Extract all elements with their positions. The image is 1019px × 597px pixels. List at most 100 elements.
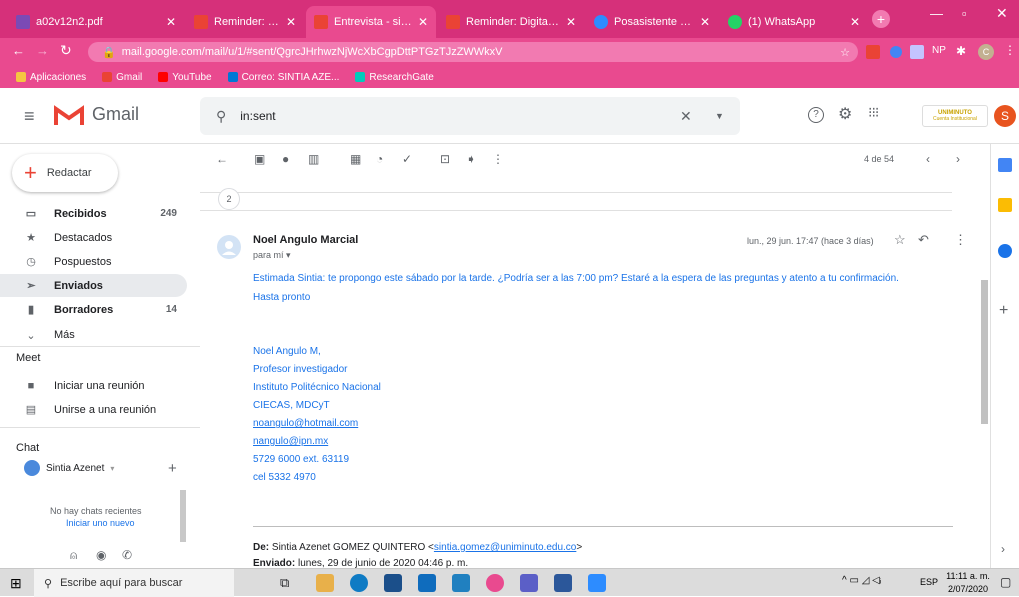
hangouts-icon[interactable]: ◉ — [96, 548, 106, 562]
sidebar-item-inbox[interactable]: ▭ Recibidos 249 — [0, 202, 187, 225]
move-to-icon[interactable]: ⊡ — [440, 152, 450, 166]
taskbar-search[interactable]: ⚲ Escribe aquí para buscar — [34, 569, 234, 597]
browser-tab[interactable]: Reminder: Digitaliza tu ✕ — [186, 6, 304, 38]
label-icon[interactable]: ➧ — [466, 152, 476, 166]
report-spam-icon[interactable]: ● — [282, 152, 289, 166]
puzzle-icon[interactable]: ✱ — [956, 44, 966, 58]
task-view-icon[interactable]: ⧉ — [280, 575, 289, 591]
search-input[interactable]: in:sent — [240, 109, 275, 123]
close-tab-icon[interactable]: ✕ — [566, 15, 576, 29]
sidebar-item-drafts[interactable]: ▮ Borradores 14 — [0, 298, 187, 321]
extension-pdf-icon[interactable] — [866, 45, 880, 59]
bookmark-outlook[interactable]: Correo: SINTIA AZE... — [227, 72, 339, 83]
archive-icon[interactable]: ▣ — [254, 152, 265, 166]
profile-avatar[interactable]: C — [978, 44, 994, 60]
email-link[interactable]: sintia.gomez@uniminuto.edu.co — [434, 542, 576, 553]
email-link[interactable]: nangulo@ipn.mx — [253, 436, 328, 447]
browser-tab[interactable]: (1) WhatsApp ✕ — [720, 6, 868, 38]
back-icon[interactable]: ← — [12, 43, 25, 58]
mail-icon[interactable] — [418, 574, 436, 592]
clock-date[interactable]: 2/07/2020 — [946, 584, 990, 594]
keep-icon[interactable] — [998, 198, 1012, 212]
mark-unread-icon[interactable]: ▦ — [350, 152, 361, 166]
star-icon[interactable]: ☆ — [894, 232, 906, 248]
bookmark-youtube[interactable]: YouTube — [158, 72, 212, 83]
bookmark-apps[interactable]: Aplicaciones — [16, 72, 86, 83]
bookmark-researchgate[interactable]: ResearchGate — [355, 72, 434, 83]
sidebar-scrollbar[interactable] — [180, 490, 186, 542]
extension-icon[interactable] — [910, 45, 924, 59]
extension-icon[interactable] — [890, 46, 902, 58]
file-explorer-icon[interactable] — [316, 574, 334, 592]
zoom-icon[interactable] — [588, 574, 606, 592]
newer-icon[interactable]: ‹ — [926, 152, 930, 166]
start-new-chat-link[interactable]: Iniciar uno nuevo — [66, 518, 135, 528]
more-options-icon[interactable]: ⋮ — [492, 152, 504, 166]
close-tab-icon[interactable]: ✕ — [850, 15, 860, 29]
snooze-icon[interactable]: ◔ — [376, 152, 383, 166]
language-indicator[interactable]: ESP — [920, 577, 938, 587]
word-icon[interactable] — [554, 574, 572, 592]
help-icon[interactable]: ? — [808, 107, 824, 123]
meet-join-meeting[interactable]: ▤ Unirse a una reunión — [0, 398, 187, 421]
sidebar-item-snoozed[interactable]: ◷ Pospuestos — [0, 250, 187, 273]
gmail-logo-text[interactable]: Gmail — [92, 104, 139, 125]
reply-icon[interactable]: ↶ — [918, 232, 929, 248]
older-icon[interactable]: › — [956, 152, 960, 166]
phone-icon[interactable]: ✆ — [122, 548, 132, 562]
people-icon[interactable]: ⍝ — [70, 548, 77, 563]
app-icon[interactable] — [452, 574, 470, 592]
clock-time[interactable]: 11:11 a. m. — [946, 571, 990, 581]
account-avatar[interactable]: S — [994, 105, 1016, 127]
settings-gear-icon[interactable]: ⚙ — [838, 104, 852, 124]
system-tray-icons[interactable]: ^ ▭ ◿ ◁ᵢ — [842, 575, 881, 586]
bookmark-star-icon[interactable]: ☆ — [840, 46, 850, 59]
message-scrollbar[interactable] — [981, 280, 988, 424]
url-bar[interactable]: 🔒 mail.google.com/mail/u/1/#sent/QgrcJHr… — [88, 42, 858, 62]
store-icon[interactable] — [384, 574, 402, 592]
forward-icon[interactable]: → — [36, 43, 49, 58]
sidebar-item-more[interactable]: ⌄ Más — [0, 326, 187, 344]
collapsed-count-badge[interactable]: 2 — [218, 188, 240, 210]
show-side-panel-icon[interactable]: › — [1001, 542, 1005, 556]
close-window-button[interactable]: ✕ — [996, 5, 1008, 22]
close-tab-icon[interactable]: ✕ — [418, 15, 428, 29]
notifications-icon[interactable]: ▢ — [1000, 575, 1011, 589]
add-on-plus-icon[interactable]: + — [999, 302, 1008, 320]
hamburger-menu-icon[interactable]: ≡ — [24, 106, 35, 127]
new-tab-button[interactable]: + — [872, 10, 890, 28]
close-tab-icon[interactable]: ✕ — [286, 15, 296, 29]
add-task-icon[interactable]: ✓ — [402, 152, 412, 166]
back-to-list-icon[interactable]: ← — [216, 152, 228, 166]
recipient-text[interactable]: para mí ▾ — [253, 250, 291, 261]
close-tab-icon[interactable]: ✕ — [166, 15, 176, 29]
maximize-button[interactable]: ▫ — [962, 6, 967, 21]
org-logo[interactable]: UNIMINUTO Cuenta Institucional — [922, 105, 988, 127]
edge-icon[interactable] — [350, 574, 368, 592]
browser-tab[interactable]: Posasistente - Zoom ✕ — [586, 6, 718, 38]
browser-tab[interactable]: a02v12n2.pdf ✕ — [8, 6, 184, 38]
meet-start-meeting[interactable]: ■ Iniciar una reunión — [0, 374, 187, 397]
search-bar[interactable]: ⚲ in:sent ✕ ▼ — [200, 97, 740, 135]
search-options-icon[interactable]: ▼ — [715, 111, 724, 121]
browser-tab[interactable]: Reminder: Digitaliza tu ✕ — [438, 6, 584, 38]
browser-tab-active[interactable]: Entrevista - sintia.gome ✕ — [306, 6, 436, 38]
clear-search-icon[interactable]: ✕ — [680, 108, 692, 125]
email-link[interactable]: noangulo@hotmail.com — [253, 418, 358, 429]
sidebar-item-starred[interactable]: ★ Destacados — [0, 226, 187, 249]
extension-np-icon[interactable]: NP — [932, 45, 946, 56]
tasks-icon[interactable] — [998, 244, 1012, 258]
search-icon[interactable]: ⚲ — [216, 108, 226, 125]
minimize-button[interactable]: — — [930, 6, 943, 21]
reload-icon[interactable]: ↻ — [60, 42, 72, 59]
menu-kebab-icon[interactable]: ⋮ — [1004, 43, 1016, 57]
add-chat-icon[interactable]: + — [168, 460, 177, 477]
sidebar-item-sent[interactable]: ➢ Enviados — [0, 274, 187, 297]
calendar-icon[interactable] — [998, 158, 1012, 172]
chevron-down-icon[interactable]: ▾ — [110, 464, 114, 473]
chrome-icon[interactable] — [486, 574, 504, 592]
apps-grid-icon[interactable]: ⁝⁝⁝ — [868, 104, 879, 121]
windows-start-icon[interactable]: ⊞ — [10, 575, 22, 592]
close-tab-icon[interactable]: ✕ — [700, 15, 710, 29]
chat-user[interactable]: Sintia Azenet ▾ — [24, 458, 174, 478]
